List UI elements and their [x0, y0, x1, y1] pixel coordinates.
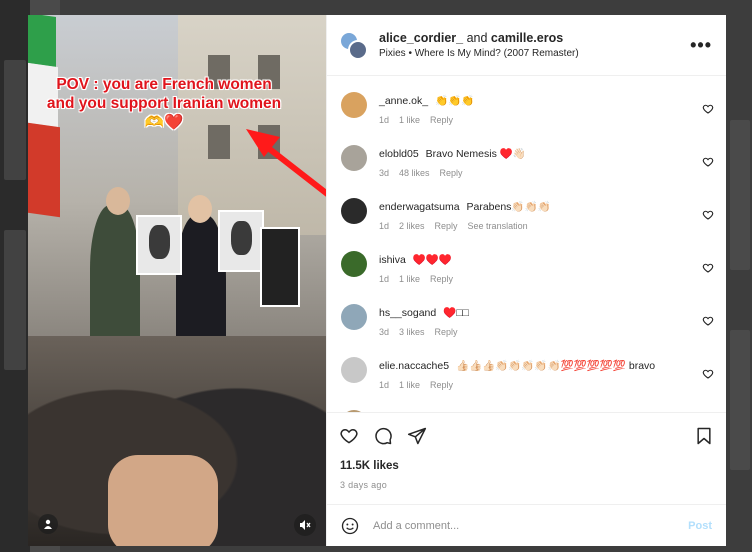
avatar[interactable]: [341, 92, 367, 118]
comment-username[interactable]: elie.naccache5: [379, 360, 449, 372]
comment-time[interactable]: 1d: [379, 221, 389, 231]
add-comment-bar: Post: [327, 504, 726, 546]
comment-row: _anne.ok_ 👏👏👏 1d 1 like Reply: [327, 90, 726, 143]
user-tag-button[interactable]: [38, 514, 58, 534]
video-poster: [136, 215, 182, 275]
comment-username[interactable]: elobld05: [379, 148, 419, 160]
see-translation-button[interactable]: See translation: [468, 221, 528, 231]
comment-like-icon[interactable]: [702, 156, 714, 168]
comment-likes[interactable]: 2 likes: [399, 221, 425, 231]
post-modal: POV : you are French women and you suppo…: [28, 15, 726, 546]
background-tile: [730, 120, 750, 270]
post-panel: alice_cordier_ and camille.eros Pixies •…: [326, 15, 726, 546]
comment-like-icon[interactable]: [702, 262, 714, 274]
comment-likes[interactable]: 1 like: [399, 115, 420, 125]
video-caption-overlay: POV : you are French women and you suppo…: [46, 76, 282, 131]
comment-like-icon[interactable]: [702, 315, 714, 327]
comment-likes[interactable]: 1 like: [399, 380, 420, 390]
comment-username[interactable]: _anne.ok_: [379, 95, 428, 107]
comment-time[interactable]: 3d: [379, 327, 389, 337]
avatar[interactable]: [341, 410, 367, 412]
comment-row: elie.naccache5 👍🏻👍🏻👍🏻👏🏻👏🏻👏🏻👏🏻👏🏻💯💯💯💯💯 bra…: [327, 355, 726, 408]
video-phone: [260, 227, 300, 307]
avatar[interactable]: [341, 198, 367, 224]
comment-row: gkelmendi 👏🏼👏🏼👏🏼👏🏼👏🏼👏🏼👏🏼: [327, 408, 726, 412]
comment-like-icon[interactable]: [702, 103, 714, 115]
likes-count[interactable]: 11.5K likes: [327, 460, 726, 472]
comment-row: enderwagatsuma Parabens👏🏻👏🏻👏🏻 1d 2 likes R…: [327, 196, 726, 249]
comment-row: hs__sogand ♥️□□ 3d 3 likes Reply: [327, 302, 726, 355]
comment-time[interactable]: 1d: [379, 274, 389, 284]
bookmark-icon[interactable]: [694, 426, 714, 446]
comment-row: elobld05 Bravo Nemesis ♥️👋🏻 3d 48 likes Re…: [327, 143, 726, 196]
comment-likes[interactable]: 48 likes: [399, 168, 430, 178]
comments-list[interactable]: _anne.ok_ 👏👏👏 1d 1 like Reply elobld05 Bra…: [327, 76, 726, 412]
action-bar: [327, 412, 726, 458]
comment-likes[interactable]: 1 like: [399, 274, 420, 284]
user-tag-icon: [44, 519, 52, 529]
comment-time[interactable]: 3d: [379, 168, 389, 178]
avatar[interactable]: [341, 357, 367, 383]
video-poster: [218, 210, 264, 272]
comment-like-icon[interactable]: [702, 368, 714, 380]
comment-text: 👍🏻👍🏻👍🏻👏🏻👏🏻👏🏻👏🏻👏🏻💯💯💯💯💯 bravo: [455, 360, 656, 372]
reply-button[interactable]: Reply: [430, 274, 453, 284]
avatar[interactable]: [341, 251, 367, 277]
reply-button[interactable]: Reply: [435, 327, 458, 337]
post-timestamp[interactable]: 3 days ago: [327, 480, 726, 490]
comment-text: 👏👏👏: [434, 95, 475, 107]
reply-button[interactable]: Reply: [435, 221, 458, 231]
background-tile: [4, 60, 26, 180]
background-tile: [4, 230, 26, 370]
avatar[interactable]: [341, 304, 367, 330]
emoji-icon[interactable]: [341, 517, 359, 535]
share-icon[interactable]: [407, 426, 427, 446]
background-tile: [730, 330, 750, 470]
post-header: alice_cordier_ and camille.eros Pixies •…: [327, 15, 726, 76]
collab-avatars[interactable]: [339, 31, 368, 60]
mute-button[interactable]: [294, 514, 316, 536]
audio-link[interactable]: Pixies • Where Is My Mind? (2007 Remaste…: [379, 48, 690, 59]
avatar: [348, 40, 368, 60]
comment-like-icon[interactable]: [702, 209, 714, 221]
heart-icon[interactable]: [339, 426, 359, 446]
comment-time[interactable]: 1d: [379, 115, 389, 125]
avatar[interactable]: [341, 145, 367, 171]
comment-username[interactable]: hs__sogand: [379, 307, 436, 319]
reply-button[interactable]: Reply: [430, 380, 453, 390]
comment-row: ishiva ♥️♥️♥️ 1d 1 like Reply: [327, 249, 726, 302]
comment-text: Parabens👏🏻👏🏻👏🏻: [466, 201, 551, 213]
comment-text: Bravo Nemesis ♥️👋🏻: [425, 148, 526, 160]
comment-likes[interactable]: 3 likes: [399, 327, 425, 337]
comment-text: ♥️♥️♥️: [412, 254, 453, 266]
comment-input[interactable]: [373, 519, 689, 532]
post-button[interactable]: Post: [688, 520, 712, 532]
comment-username[interactable]: enderwagatsuma: [379, 201, 460, 213]
mute-icon: [300, 520, 311, 530]
comment-text: ♥️□□: [443, 307, 469, 319]
author-conjunction: and: [466, 31, 488, 45]
comment-time[interactable]: 1d: [379, 380, 389, 390]
author-link[interactable]: alice_cordier_: [379, 31, 463, 45]
reply-button[interactable]: Reply: [440, 168, 463, 178]
reel-video[interactable]: POV : you are French women and you suppo…: [28, 15, 326, 546]
more-options-button[interactable]: •••: [690, 35, 712, 56]
comment-username[interactable]: ishiva: [379, 254, 406, 266]
author-link[interactable]: camille.eros: [491, 31, 563, 45]
video-hand: [108, 455, 218, 546]
reply-button[interactable]: Reply: [430, 115, 453, 125]
video-flag: [28, 15, 56, 67]
comment-icon[interactable]: [373, 426, 393, 446]
